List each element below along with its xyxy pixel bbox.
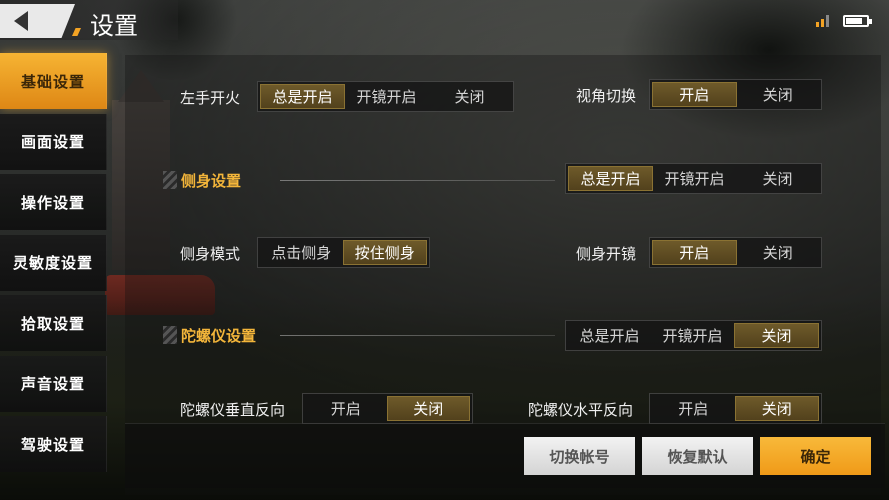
sidebar-item-basic[interactable]: 基础设置	[0, 53, 107, 109]
left-fire-option-scope[interactable]: 开镜开启	[345, 84, 428, 109]
restore-default-button[interactable]: 恢复默认	[642, 437, 753, 475]
section-divider	[280, 335, 555, 336]
section-stripe-icon	[163, 326, 177, 344]
settings-sidebar: 基础设置 画面设置 操作设置 灵敏度设置 拾取设置 声音设置 驾驶设置	[0, 53, 107, 477]
section-divider	[280, 180, 555, 181]
gyro-vertical-option-on[interactable]: 开启	[305, 396, 387, 421]
gyro-section-title: 陀螺仪设置	[181, 326, 257, 345]
section-stripe-icon	[163, 171, 177, 189]
gyro-vertical-label: 陀螺仪垂直反向	[180, 401, 286, 419]
sidebar-item-sensitivity[interactable]: 灵敏度设置	[0, 234, 107, 291]
lean-section-option-scope[interactable]: 开镜开启	[653, 166, 736, 191]
lean-mode-option-hold[interactable]: 按住侧身	[342, 240, 427, 265]
signal-icon	[816, 15, 829, 27]
gyro-vertical-selector: 开启 关闭	[302, 393, 473, 424]
lean-mode-option-tap[interactable]: 点击侧身	[260, 240, 343, 265]
lean-scope-label: 侧身开镜	[576, 245, 637, 263]
lean-section-option-off[interactable]: 关闭	[736, 166, 819, 191]
view-switch-selector: 开启 关闭	[649, 79, 822, 110]
sidebar-item-controls[interactable]: 操作设置	[0, 174, 107, 230]
top-bar: 设置	[0, 0, 889, 45]
left-fire-label: 左手开火	[180, 89, 241, 107]
view-switch-label: 视角切换	[576, 87, 637, 105]
sidebar-item-sound[interactable]: 声音设置	[0, 355, 107, 412]
sidebar-item-graphics[interactable]: 画面设置	[0, 113, 107, 170]
confirm-button[interactable]: 确定	[760, 437, 871, 475]
gyro-horizontal-selector: 开启 关闭	[649, 393, 822, 424]
left-fire-option-off[interactable]: 关闭	[428, 84, 511, 109]
gyro-section-option-off[interactable]: 关闭	[734, 323, 819, 348]
lean-section-title: 侧身设置	[181, 171, 242, 190]
gyro-section-option-scope[interactable]: 开镜开启	[651, 323, 734, 348]
lean-section-header: 侧身设置	[163, 169, 241, 191]
left-fire-option-always[interactable]: 总是开启	[260, 84, 345, 109]
lean-scope-selector: 开启 关闭	[649, 237, 822, 268]
lean-scope-option-off[interactable]: 关闭	[737, 240, 820, 265]
gyro-section-header: 陀螺仪设置	[163, 324, 256, 346]
lean-mode-label: 侧身模式	[180, 245, 241, 263]
gyro-horizontal-option-off[interactable]: 关闭	[734, 396, 819, 421]
view-switch-option-off[interactable]: 关闭	[737, 82, 820, 107]
view-switch-option-on[interactable]: 开启	[652, 82, 737, 107]
lean-section-selector: 总是开启 开镜开启 关闭	[565, 163, 822, 194]
sidebar-item-driving[interactable]: 驾驶设置	[0, 416, 107, 472]
lean-mode-selector: 点击侧身 按住侧身	[257, 237, 430, 268]
lean-section-option-always[interactable]: 总是开启	[568, 166, 653, 191]
back-arrow-icon	[14, 11, 28, 31]
gyro-horizontal-option-on[interactable]: 开启	[652, 396, 735, 421]
battery-icon	[843, 15, 872, 27]
gyro-section-selector: 总是开启 开镜开启 关闭	[565, 320, 822, 351]
gyro-section-option-always[interactable]: 总是开启	[568, 323, 651, 348]
sidebar-item-pickup[interactable]: 拾取设置	[0, 295, 107, 351]
gyro-horizontal-label: 陀螺仪水平反向	[528, 401, 634, 419]
lean-scope-option-on[interactable]: 开启	[652, 240, 737, 265]
page-title: 设置	[90, 12, 138, 40]
switch-account-button[interactable]: 切换帐号	[524, 437, 635, 475]
left-fire-selector: 总是开启 开镜开启 关闭	[257, 81, 514, 112]
gyro-vertical-option-off[interactable]: 关闭	[386, 396, 470, 421]
